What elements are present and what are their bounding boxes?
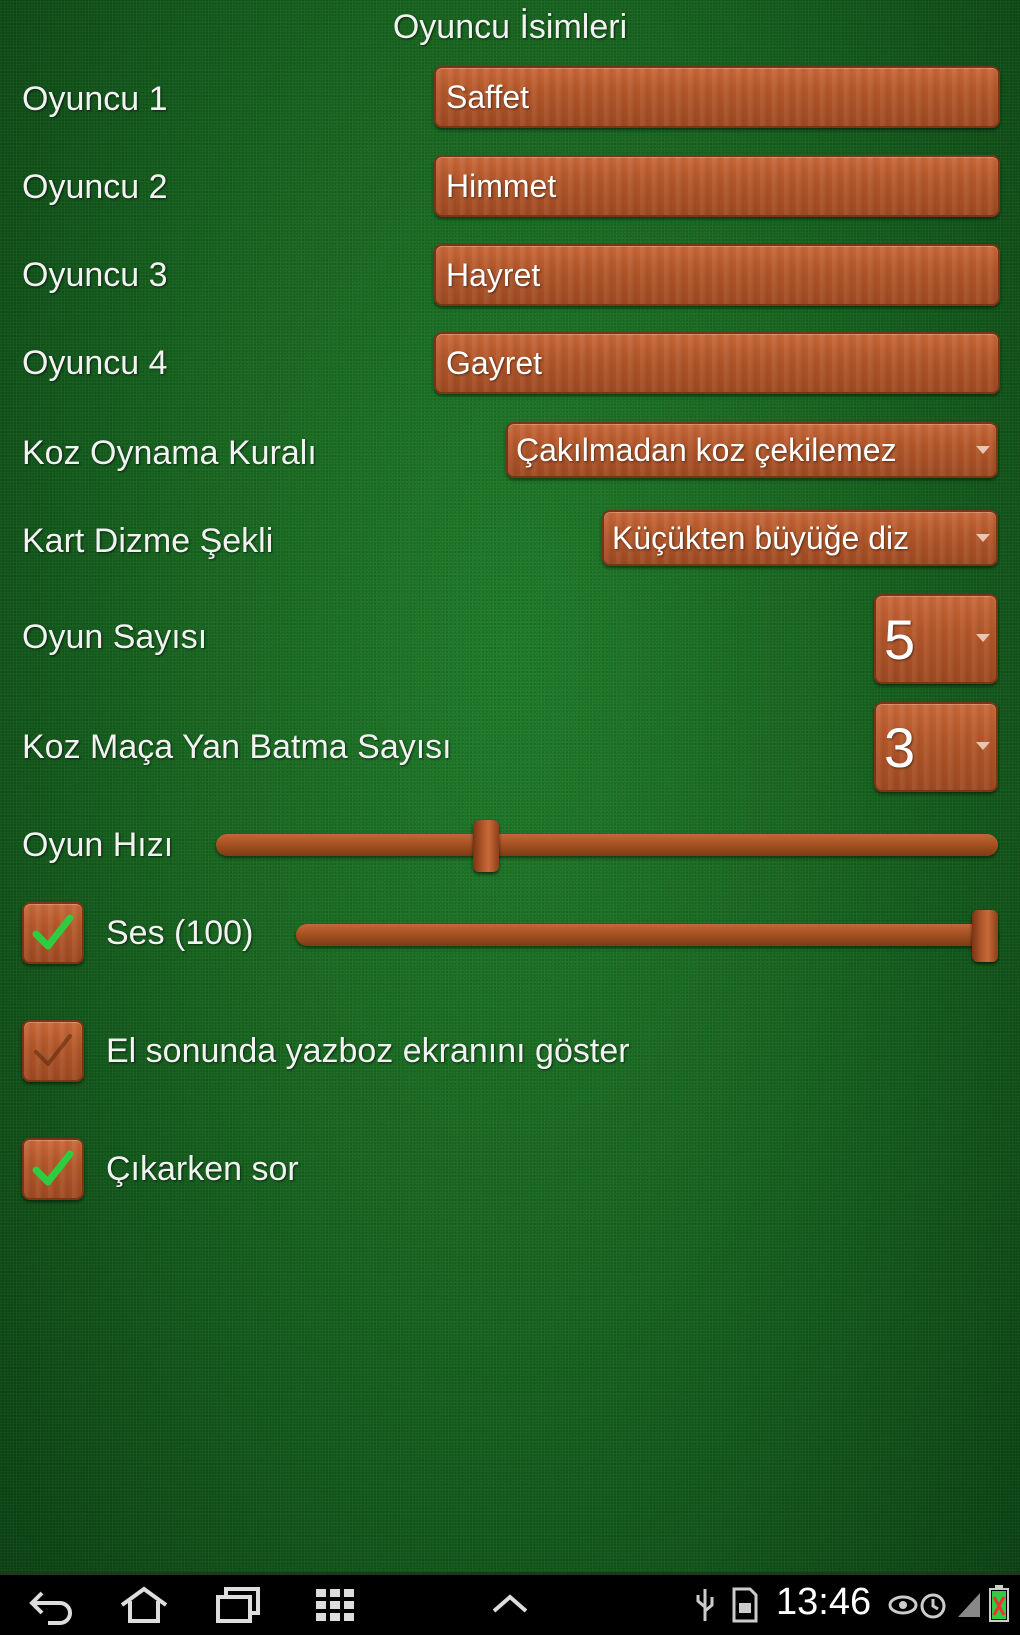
- back-icon[interactable]: [28, 1585, 74, 1625]
- system-navigation-bar: 13:46: [0, 1572, 1020, 1635]
- unchecked-mark-icon: [34, 1034, 72, 1066]
- trump-rule-value: Çakılmadan koz çekilemez: [516, 432, 897, 468]
- player-2-label: Oyuncu 2: [22, 168, 168, 206]
- alarm-icon: [920, 1593, 946, 1619]
- dropdown-arrow-icon: [976, 742, 990, 750]
- checkmark-icon: [32, 1150, 74, 1186]
- usb-icon: [696, 1589, 714, 1621]
- battery-icon: [989, 1585, 1009, 1622]
- ask-exit-checkbox[interactable]: [22, 1138, 84, 1200]
- game-speed-slider-handle[interactable]: [473, 820, 500, 872]
- game-count-value: 5: [884, 608, 916, 671]
- dropdown-arrow-icon: [976, 534, 990, 542]
- ask-exit-label: Çıkarken sor: [106, 1150, 299, 1188]
- felt-background: [0, 0, 1020, 1572]
- player-3-label: Oyuncu 3: [22, 256, 168, 294]
- player-4-input[interactable]: [434, 332, 1000, 394]
- sd-card-icon: [732, 1587, 758, 1623]
- sound-checkbox[interactable]: [22, 902, 84, 964]
- home-icon[interactable]: [118, 1585, 170, 1625]
- trump-rule-label: Koz Oynama Kuralı: [22, 434, 317, 472]
- page-title: Oyuncu İsimleri: [392, 8, 628, 46]
- dropdown-arrow-icon: [976, 446, 990, 454]
- signal-icon: [958, 1593, 980, 1617]
- player-1-label: Oyuncu 1: [22, 80, 168, 118]
- player-1-input[interactable]: [434, 66, 1000, 128]
- card-sort-select[interactable]: Küçükten büyüğe diz: [602, 510, 998, 566]
- game-count-select[interactable]: 5: [874, 594, 998, 684]
- game-count-label: Oyun Sayısı: [22, 618, 208, 656]
- spade-penalty-select[interactable]: 3: [874, 702, 998, 792]
- card-sort-value: Küçükten büyüğe diz: [612, 520, 910, 556]
- game-speed-label: Oyun Hızı: [22, 826, 174, 864]
- player-3-input[interactable]: [434, 244, 1000, 306]
- sound-label: Ses (100): [106, 914, 254, 952]
- player-2-input[interactable]: [434, 155, 1000, 217]
- sound-volume-slider-handle[interactable]: [972, 910, 998, 962]
- status-clock: 13:46: [776, 1581, 872, 1623]
- spade-penalty-value: 3: [884, 716, 916, 779]
- dropdown-arrow-icon: [976, 634, 990, 642]
- recent-apps-icon[interactable]: [214, 1585, 262, 1625]
- sound-volume-slider[interactable]: [296, 924, 998, 946]
- spade-penalty-label: Koz Maça Yan Batma Sayısı: [22, 728, 452, 766]
- show-score-checkbox[interactable]: [22, 1020, 84, 1082]
- show-score-label: El sonunda yazboz ekranını göster: [106, 1032, 630, 1070]
- chevron-up-icon[interactable]: [490, 1591, 530, 1615]
- game-speed-slider[interactable]: [216, 834, 998, 856]
- trump-rule-select[interactable]: Çakılmadan koz çekilemez: [506, 422, 998, 478]
- eye-icon: [888, 1595, 918, 1615]
- card-sort-label: Kart Dizme Şekli: [22, 522, 274, 560]
- checkmark-icon: [32, 914, 74, 950]
- app-grid-icon[interactable]: [316, 1589, 358, 1621]
- player-4-label: Oyuncu 4: [22, 344, 168, 382]
